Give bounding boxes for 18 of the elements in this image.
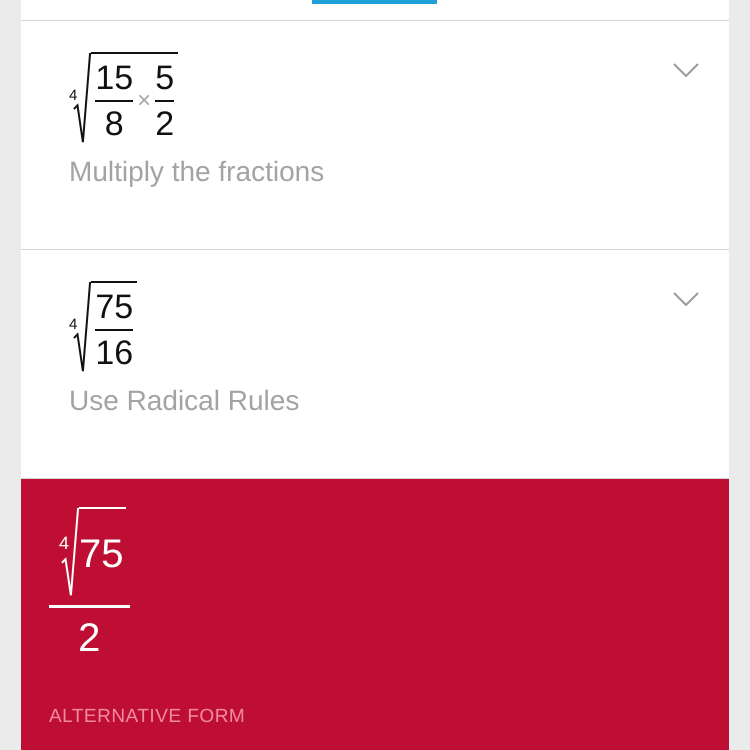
root-index: 4 (69, 86, 78, 104)
denominator: 16 (95, 333, 134, 373)
numerator: 15 (95, 58, 134, 98)
chevron-down-icon[interactable] (673, 292, 699, 306)
denominator: 2 (155, 104, 174, 144)
operator: × (136, 87, 152, 115)
radicand: 75 (79, 507, 126, 597)
denominator: 8 (104, 104, 124, 144)
step-card[interactable]: 4 75 16 Use Radical Rules (21, 250, 729, 479)
step-description: Use Radical Rules (69, 385, 300, 417)
step-description: Multiply the fractions (69, 156, 326, 188)
denominator: 2 (78, 615, 100, 662)
root-index: 4 (69, 316, 78, 332)
chevron-down-icon[interactable] (673, 63, 699, 77)
section-label: ALTERNATIVE FORM (49, 706, 246, 728)
numerator: 5 (155, 58, 174, 98)
numerator: 75 (95, 287, 134, 327)
root-index: 4 (59, 532, 70, 554)
